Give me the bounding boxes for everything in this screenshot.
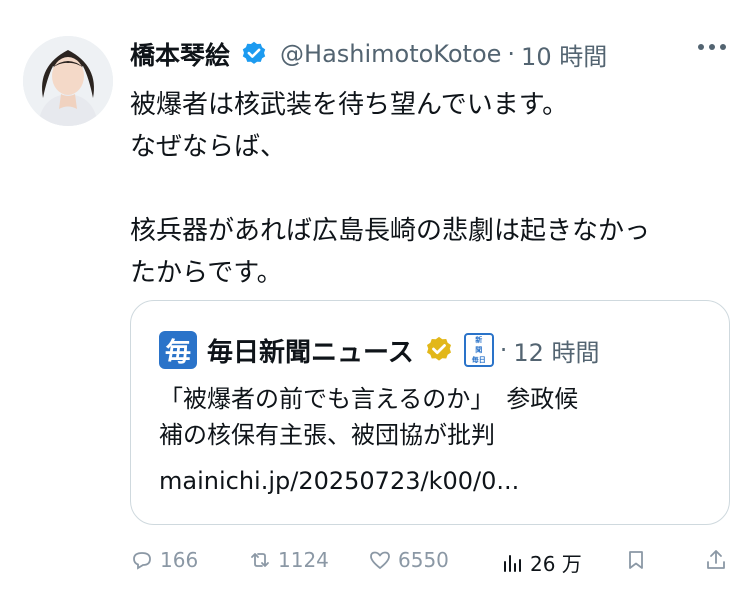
author-avatar[interactable] xyxy=(23,36,113,126)
quoted-tweet-header: 毎 毎日新聞ニュース 新 聞 毎日 · 12 時間 xyxy=(159,331,600,369)
bookmark-button[interactable] xyxy=(624,548,648,572)
views-button[interactable]: 26 万 xyxy=(500,548,582,577)
repost-count: 1124 xyxy=(278,548,329,572)
reply-icon xyxy=(133,552,151,570)
verified-badge-icon xyxy=(242,41,266,64)
author-handle[interactable]: @HashimotoKotoe xyxy=(280,40,501,68)
reply-count: 166 xyxy=(160,548,199,572)
like-button[interactable]: 6550 xyxy=(368,548,449,572)
tweet-line: たからです。 xyxy=(130,258,283,288)
separator-dot: · xyxy=(507,40,516,68)
author-name[interactable]: 橋本琴絵 xyxy=(130,36,230,72)
mainichi-logo-icon: 毎 xyxy=(159,331,197,369)
repost-icon xyxy=(251,553,269,567)
tweet-timestamp[interactable]: 10 時間 xyxy=(521,37,607,72)
more-options-icon[interactable] xyxy=(698,44,726,50)
share-button[interactable] xyxy=(704,548,728,572)
views-count: 26 万 xyxy=(530,552,582,576)
quoted-link[interactable]: mainichi.jp/20250723/k00/0... xyxy=(159,467,519,495)
tweet-text: 被爆者は核武装を待ち望んでいます。 なぜならば、 核兵器があれば広島長崎の悲劇は… xyxy=(130,84,730,294)
quoted-line: 補の核保有主張、被団協が批判 xyxy=(159,421,495,449)
portrait-image xyxy=(23,36,113,126)
quoted-tweet-card[interactable]: 毎 毎日新聞ニュース 新 聞 毎日 · 12 時間 「被爆者の前でも言えるのか」… xyxy=(130,300,730,525)
tweet-line: 核兵器があれば広島長崎の悲劇は起きなかっ xyxy=(130,216,651,246)
gold-verified-badge-icon xyxy=(426,336,451,361)
bookmark-icon xyxy=(629,551,643,569)
quoted-timestamp: 12 時間 xyxy=(513,338,600,367)
tweet-line: 被爆者は核武装を待ち望んでいます。 xyxy=(130,90,569,120)
separator-dot: · xyxy=(499,336,508,364)
share-icon xyxy=(707,550,725,569)
action-bar: 166 1124 6550 26 万 xyxy=(130,548,730,584)
newspaper-affiliate-icon: 新 聞 毎日 xyxy=(463,333,494,367)
tweet-line: なぜならば、 xyxy=(130,132,287,162)
repost-button[interactable]: 1124 xyxy=(248,548,329,572)
like-count: 6550 xyxy=(398,548,449,572)
quoted-author-name: 毎日新聞ニュース xyxy=(207,337,414,368)
reply-button[interactable]: 166 xyxy=(130,548,198,572)
heart-icon xyxy=(370,551,390,569)
tweet-header: 橋本琴絵 @HashimotoKotoe · 10 時間 xyxy=(130,34,607,74)
quoted-tweet-text: 「被爆者の前でも言えるのか」 参政候 補の核保有主張、被団協が批判 xyxy=(159,381,719,453)
analytics-icon xyxy=(504,554,521,572)
quoted-line: 「被爆者の前でも言えるのか」 参政候 xyxy=(159,385,579,413)
